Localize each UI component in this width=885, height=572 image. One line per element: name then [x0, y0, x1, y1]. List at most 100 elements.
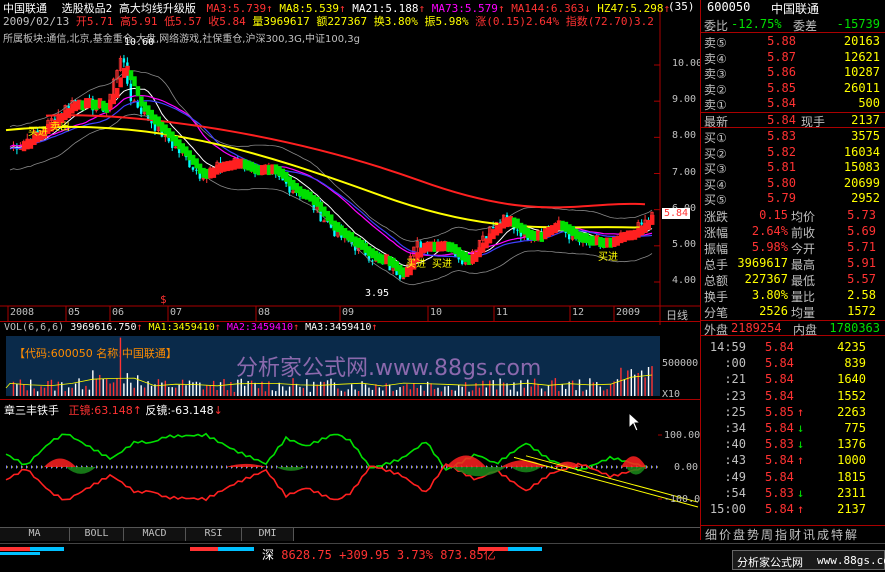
vol-title: VOL(6,6,6)	[4, 322, 65, 333]
sell-price: 5.84	[767, 96, 796, 111]
x-axis-label: 07	[170, 307, 183, 318]
sell-row: 卖⑤ 5.88 20163	[701, 34, 885, 50]
candle-body	[195, 169, 198, 171]
sell-price: 5.87	[767, 49, 796, 64]
waipan-label: 外盘	[704, 323, 729, 337]
weicha-value: -15739	[836, 17, 880, 31]
quote-bottom-tabs-text[interactable]: 细价盘势周指财讯成特解	[705, 526, 859, 543]
weibi-value: -12.75%	[731, 17, 782, 31]
sell-volume: 10287	[843, 65, 880, 80]
sell-volume: 26011	[843, 80, 880, 95]
tick-time: :00	[724, 356, 746, 371]
indicator-histogram	[452, 467, 506, 477]
stat-label: 均价	[791, 210, 816, 224]
stat-value: 5.71	[847, 240, 876, 254]
candle-body	[122, 58, 126, 63]
tick-time: :43	[724, 453, 746, 468]
x-axis-label: 09	[342, 307, 355, 318]
status-bar: 深 8628.75 +309.95 3.73% 873.85亿 分析家公式网 w…	[0, 543, 885, 572]
tab-rsi[interactable]: RSI	[186, 528, 242, 541]
tick-price: 5.83	[765, 485, 794, 500]
weibi-label: 委比	[704, 19, 729, 33]
tick-row: :54 5.83 ↓ 2311	[701, 486, 885, 502]
candle-body	[191, 167, 195, 170]
indicator-chart[interactable]	[0, 400, 700, 527]
vol-ma3: MA3:3459410	[305, 322, 372, 333]
trend-band-segment	[650, 214, 655, 225]
stat-label: 涨跌	[704, 210, 729, 224]
tick-volume: 2263	[837, 404, 866, 419]
quote-bottom-tabs[interactable]: 细价盘势周指财讯成特解	[701, 525, 885, 543]
trade-annotation: 买进	[598, 252, 618, 263]
buy-price: 5.80	[767, 175, 796, 190]
market-indicator-left	[0, 547, 64, 555]
tick-row: :40 5.83 ↓ 1376	[701, 437, 885, 453]
stat-row: 涨幅 2.64% 前收 5.69	[701, 224, 885, 240]
buy-row: 买① 5.83 3575	[701, 129, 885, 145]
tick-row: :00 5.84 839	[701, 356, 885, 372]
buy-volume: 2952	[851, 191, 880, 206]
vol-ma1: MA1:3459410	[148, 322, 215, 333]
x-axis-label: 06	[112, 307, 125, 318]
tick-arrow: ↓	[797, 421, 805, 435]
stat-row: 总额 227367 最低 5.57	[701, 272, 885, 288]
market-indicator-mid	[190, 547, 254, 555]
price-tick-label: 4.00	[672, 275, 697, 286]
stat-row: 振幅 5.98% 今开 5.71	[701, 240, 885, 256]
buy-row: 买⑤ 5.79 2952	[701, 191, 885, 207]
weibi-row: 委比 -12.75% 委差 -15739	[701, 17, 885, 33]
tick-time: 15:00	[709, 502, 746, 516]
stat-row: 总手 3969617 最高 5.91	[701, 256, 885, 272]
ind-tick-100: 100.00	[664, 430, 701, 441]
x-axis-label: 12	[572, 307, 585, 318]
site-badge[interactable]: 分析家公式网 www.88gs.com	[732, 550, 885, 570]
indicator-tabs: MA BOLL MACD RSI DMI	[0, 527, 700, 541]
trade-annotation: 买进	[28, 127, 48, 138]
tick-arrow: ↓	[797, 437, 805, 452]
stat-value: 2.58	[847, 288, 876, 302]
sell-label: 卖①	[704, 98, 727, 113]
price-tick-label: 10.00	[672, 58, 703, 69]
x-axis-label: 2009	[616, 307, 641, 318]
ind-tick-neg100: -100.0	[664, 494, 701, 505]
tab-ma[interactable]: MA	[0, 528, 70, 541]
stat-row: 换手 3.80% 量比 2.58	[701, 288, 885, 304]
tab-macd[interactable]: MACD	[124, 528, 186, 541]
tick-time: :34	[724, 421, 746, 435]
tick-price: 5.84	[765, 372, 794, 387]
chart-area[interactable]: 中国联通 选股极品2 高大均线升级版 MA3:5.739↑ MA8:5.539↑…	[0, 0, 702, 540]
sell-volume: 20163	[843, 34, 880, 48]
latest-label: 最新	[704, 115, 729, 129]
stat-value: 5.91	[847, 256, 876, 270]
indicator-histogram	[501, 460, 546, 467]
stat-value: 2526	[759, 304, 788, 318]
price-chart[interactable]	[0, 0, 700, 325]
buy-volume: 3575	[851, 129, 880, 143]
tick-price: 5.84	[765, 356, 794, 371]
xianshou-label: 现手	[801, 115, 826, 129]
quote-panel: 600050 中国联通 委比 -12.75% 委差 -15739 卖⑤ 5.88 2…	[700, 0, 885, 543]
tick-arrow: ↓	[797, 485, 805, 500]
x-axis-label: 08	[258, 307, 271, 318]
indicator-histogram	[276, 467, 306, 471]
stat-value: 5.73	[847, 208, 876, 222]
buy-label: 买②	[704, 146, 727, 161]
tick-price: 5.84	[765, 453, 794, 468]
tab-dmi[interactable]: DMI	[242, 528, 294, 541]
tick-price: 5.84	[765, 469, 794, 484]
stat-value: 5.98%	[751, 240, 788, 254]
waipan-row: 外盘 2189254 内盘 1780363	[701, 320, 885, 337]
tab-boll[interactable]: BOLL	[70, 528, 124, 541]
stat-label: 振幅	[704, 242, 729, 256]
trend-band-segment	[135, 86, 141, 97]
buy-price: 5.83	[767, 129, 796, 143]
volume-chart[interactable]	[0, 336, 700, 398]
low-price-label: 3.95	[365, 287, 390, 299]
sell-row: 卖④ 5.87 12621	[701, 50, 885, 66]
buy-label: 买⑤	[704, 193, 727, 208]
tick-volume: 1552	[837, 388, 866, 403]
stat-row: 分笔 2526 均量 1572	[701, 304, 885, 320]
price-tick-label: 9.00	[672, 94, 697, 106]
tick-row: 15:00 5.84 ↑ 2137	[701, 502, 885, 518]
stat-label: 最高	[791, 258, 816, 272]
